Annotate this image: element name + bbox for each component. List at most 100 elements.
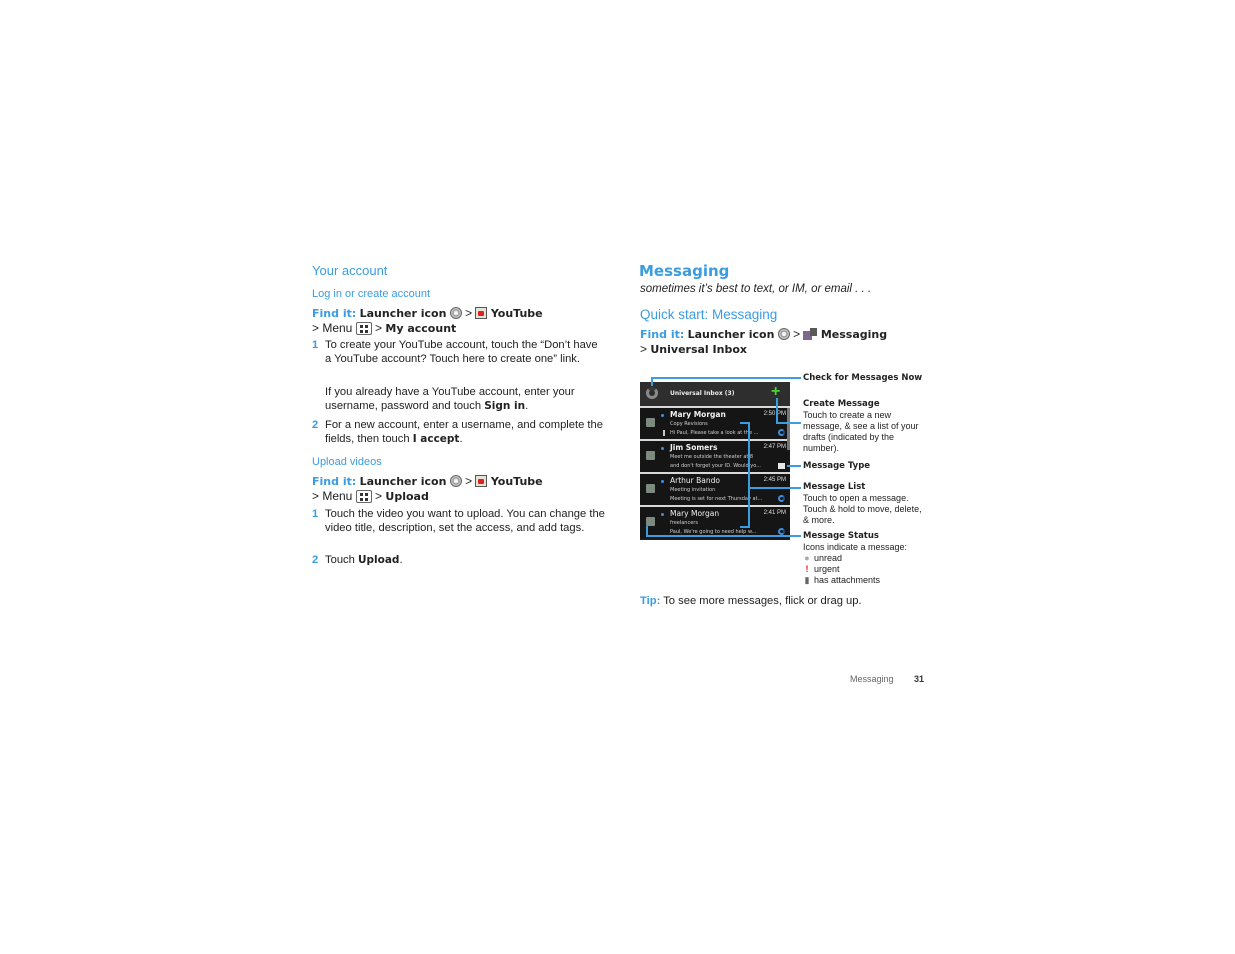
youtube-icon [475, 307, 488, 319]
step-number: 2 [312, 419, 319, 431]
page-number: 31 [914, 674, 925, 684]
unread-dot-icon: ● [804, 553, 810, 563]
message-time: 2:50 PM [763, 411, 786, 417]
message-subject: Copy Revisions [670, 421, 708, 427]
callout-title: Message Status [803, 531, 879, 541]
callout-line-create-h [776, 422, 801, 424]
messaging-app-icon [803, 328, 818, 340]
separator: > [465, 474, 473, 488]
message-row[interactable]: Mary Morgan 2:50 PM Copy Revisions Hi Pa… [640, 406, 790, 439]
checkbox[interactable] [646, 418, 655, 427]
findit-label: Find it: [640, 328, 685, 341]
menu-target: My account [385, 322, 457, 335]
subtitle-login: Log in or create account [312, 288, 431, 300]
inbox-title: Universal Inbox (3) [670, 390, 735, 397]
status-label: has attachments [814, 575, 881, 585]
callout-line-status-h [646, 535, 801, 537]
findit-label: Find it: [312, 475, 357, 488]
launcher-icon [449, 307, 462, 319]
step-number: 2 [312, 554, 319, 566]
attachment-icon [663, 430, 665, 436]
sync-type-icon [778, 429, 785, 436]
callout-status: Message Status Icons indicate a message:… [803, 531, 928, 586]
attachment-icon: ▮ [804, 575, 810, 585]
callout-title: Message Type [803, 461, 871, 471]
message-subject: Meeting invitation [670, 487, 716, 493]
unread-dot-icon [661, 447, 664, 450]
tip-text: To see more messages, flick or drag up. [663, 595, 862, 607]
step-text: Touch [325, 554, 358, 566]
sender-name: Mary Morgan [670, 410, 726, 419]
upload-steps: 1 Touch the video you want to upload. Yo… [312, 507, 607, 577]
callout-type: Message Type [803, 460, 928, 472]
menu-key-icon [355, 490, 372, 503]
urgent-exclamation-icon: ! [805, 564, 809, 574]
status-item-attachment: ▮ has attachments [803, 575, 928, 586]
step-text-end: . [399, 554, 403, 566]
refresh-icon[interactable] [646, 387, 658, 399]
status-item-urgent: ! urgent [803, 564, 928, 575]
quick-start-title: Quick start: Messaging [640, 307, 778, 322]
callout-list: Message List Touch to open a message. To… [803, 482, 928, 526]
message-time: 2:47 PM [763, 444, 786, 450]
callout-line-list-bottom [740, 526, 750, 528]
message-preview: Hi Paul, Please take a look at the ... [670, 430, 759, 436]
step-text-end: . [459, 433, 463, 445]
menu-key-icon [355, 322, 372, 335]
status-label: unread [814, 553, 843, 563]
step-text: If you already have a YouTube account, e… [325, 386, 575, 412]
callout-title: Message List [803, 482, 866, 492]
message-subject: freelancers [670, 520, 698, 526]
message-row[interactable]: Jim Somers 2:47 PM Meet me outside the t… [640, 439, 790, 472]
step-1: 1 Touch the video you want to upload. Yo… [312, 507, 605, 535]
inbox-header: Universal Inbox (3) + [640, 382, 790, 406]
callout-line-list-v [748, 422, 750, 528]
tip: Tip: To see more messages, flick or drag… [640, 595, 862, 607]
sync-type-icon [778, 495, 785, 502]
callout-title: Create Message [803, 399, 880, 409]
scrollbar[interactable] [787, 408, 790, 450]
sign-in-label: Sign in [484, 400, 526, 412]
step-1: 1 To create your YouTube account, touch … [312, 338, 605, 366]
callout-check: Check for Messages Now [803, 372, 928, 384]
step-1-note: If you already have a YouTube account, e… [312, 385, 605, 413]
callout-line-list-h [748, 487, 801, 489]
findit-messaging: Find it: Launcher icon > Messaging > Uni… [640, 327, 940, 357]
sender-name: Mary Morgan [670, 509, 720, 518]
checkbox[interactable] [646, 484, 655, 493]
launcher-icon [449, 475, 462, 487]
checkbox[interactable] [646, 451, 655, 460]
app-label: Messaging [820, 328, 888, 341]
tip-label: Tip: [640, 595, 661, 607]
sender-name: Jim Somers [670, 443, 718, 452]
menu-prefix: > Menu [312, 321, 353, 335]
launcher-label: Launcher icon [359, 475, 447, 488]
upload-label: Upload [357, 554, 400, 566]
findit-upload: Find it: Launcher icon > YouTube > Menu … [312, 474, 543, 503]
step-2: 2 Touch Upload. [312, 553, 605, 567]
step-number: 1 [312, 339, 319, 351]
universal-inbox-label: Universal Inbox [650, 343, 747, 356]
app-label: YouTube [490, 307, 543, 320]
callout-line-type [787, 465, 801, 467]
step-2: 2 For a new account, enter a username, a… [312, 418, 605, 446]
i-accept-label: I accept [412, 433, 460, 445]
app-label: YouTube [490, 475, 543, 488]
callout-line-create [776, 398, 778, 424]
menu-prefix: > Menu [312, 489, 353, 503]
message-row[interactable]: Mary Morgan 2:41 PM freelancers Paul, We… [640, 505, 790, 538]
separator: > [793, 327, 801, 341]
status-item-unread: ● unread [803, 553, 928, 564]
callout-line-check-h [651, 377, 801, 379]
callout-desc: Icons indicate a message: [803, 542, 908, 552]
step-text: Touch the video you want to upload. You … [325, 508, 605, 534]
separator: > [640, 342, 648, 356]
menu-target: Upload [385, 490, 429, 503]
sync-type-icon [778, 528, 785, 535]
checkbox[interactable] [646, 517, 655, 526]
message-subject: Meet me outside the theater at 8 [670, 454, 754, 460]
email-type-icon [778, 463, 785, 469]
message-time: 2:41 PM [763, 510, 786, 516]
page-title: Messaging [639, 262, 730, 280]
callout-desc: Touch to open a message. Touch & hold to… [803, 493, 922, 525]
